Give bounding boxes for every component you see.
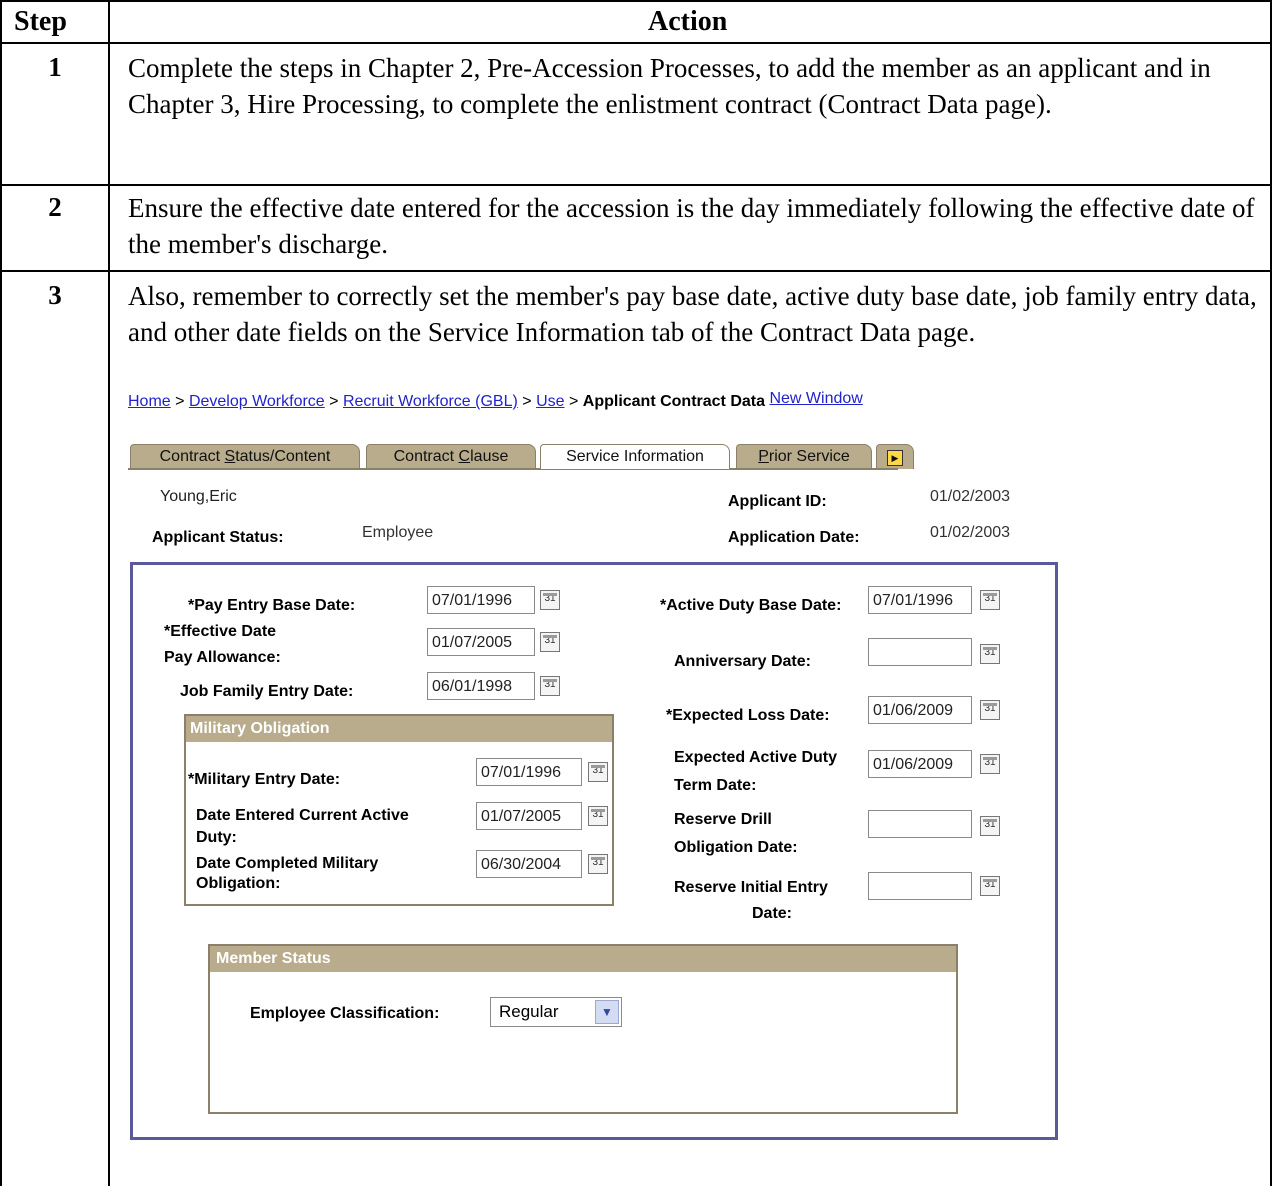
step-action-text: Complete the steps in Chapter 2, Pre-Acc…	[128, 53, 1211, 119]
reserve-initial-entry-date-field[interactable]	[868, 872, 972, 900]
date-entered-current-active-duty-field[interactable]: 01/07/2005	[476, 802, 582, 830]
employee-classification-value: Regular	[499, 1002, 559, 1021]
breadcrumb-current: Applicant Contract Data	[582, 393, 766, 410]
expected-active-duty-term-date-field[interactable]: 01/06/2009	[868, 750, 972, 778]
military-entry-date-label: *Military Entry Date:	[188, 771, 341, 788]
tab-label: rior Service	[768, 448, 850, 465]
calendar-icon[interactable]: 31	[980, 816, 1000, 836]
expected-active-duty-term-date-label: Expected Active Duty	[674, 749, 838, 766]
tab-label: tatus/Content	[235, 448, 331, 465]
military-obligation-header: Military Obligation	[186, 716, 612, 742]
header-action: Action	[648, 6, 728, 37]
date-entered-current-active-duty-label-2: Duty:	[196, 829, 237, 846]
military-entry-date-field[interactable]: 07/01/1996	[476, 758, 582, 786]
pay-entry-base-date-field[interactable]: 07/01/1996	[427, 586, 535, 614]
step-action-text: Also, remember to correctly set the memb…	[128, 281, 1257, 347]
member-status-header: Member Status	[210, 946, 956, 972]
step-number: 2	[48, 192, 62, 222]
applicant-id-label: Applicant ID:	[728, 493, 827, 510]
calendar-icon[interactable]: 31	[588, 854, 608, 874]
breadcrumb-recruit-workforce[interactable]: Recruit Workforce (GBL)	[343, 393, 518, 410]
next-tab-icon: ▶	[887, 450, 903, 466]
tab-accesskey: C	[458, 448, 471, 465]
step-number: 1	[48, 52, 62, 82]
effective-date-pay-allowance-field[interactable]: 01/07/2005	[427, 628, 535, 656]
reserve-initial-entry-date-label: Reserve Initial Entry	[674, 879, 828, 896]
table-rule	[0, 42, 1272, 44]
date-completed-military-obligation-label-2: Obligation:	[196, 875, 281, 892]
breadcrumb: Home > Develop Workforce > Recruit Workf…	[128, 390, 863, 411]
anniversary-date-label: Anniversary Date:	[674, 653, 811, 670]
reserve-drill-obligation-date-label-2: Obligation Date:	[674, 839, 798, 856]
calendar-icon[interactable]: 31	[540, 632, 560, 652]
breadcrumb-use[interactable]: Use	[536, 393, 564, 410]
tab-accesskey: S	[224, 448, 236, 465]
employee-classification-label: Employee Classification:	[250, 1005, 440, 1022]
date-completed-military-obligation-label: Date Completed Military	[196, 855, 379, 872]
tab-contract-clause[interactable]: Contract Clause	[366, 444, 536, 469]
table-border-top	[0, 0, 1272, 2]
table-column-divider	[108, 0, 110, 1186]
employee-classification-select[interactable]: Regular ▼	[490, 997, 622, 1027]
tab-service-information[interactable]: Service Information	[540, 444, 730, 469]
expected-active-duty-term-date-label-2: Term Date:	[674, 777, 757, 794]
table-border-left	[0, 0, 2, 1186]
tab-prior-service[interactable]: Prior Service	[736, 444, 872, 469]
calendar-icon[interactable]: 31	[540, 676, 560, 696]
calendar-icon[interactable]: 31	[540, 590, 560, 610]
date-entered-current-active-duty-label: Date Entered Current Active	[196, 807, 409, 824]
reserve-drill-obligation-date-field[interactable]	[868, 810, 972, 838]
pay-entry-base-date-label: *Pay Entry Base Date:	[188, 597, 356, 614]
breadcrumb-separator: >	[175, 393, 185, 410]
next-tab-button[interactable]: ▶	[876, 444, 914, 469]
new-window-link[interactable]: New Window	[769, 390, 862, 407]
calendar-icon[interactable]: 31	[980, 700, 1000, 720]
calendar-icon[interactable]: 31	[980, 876, 1000, 896]
reserve-initial-entry-date-label-2: Date:	[752, 905, 793, 922]
step-action-text: Ensure the effective date entered for th…	[128, 193, 1255, 259]
calendar-icon[interactable]: 31	[980, 644, 1000, 664]
job-family-entry-date-label: Job Family Entry Date:	[180, 683, 354, 700]
active-duty-base-date-label: *Active Duty Base Date:	[660, 597, 842, 614]
reserve-drill-obligation-date-label: Reserve Drill	[674, 811, 772, 828]
job-family-entry-date-field[interactable]: 06/01/1998	[427, 672, 535, 700]
applicant-status-value: Employee	[362, 524, 434, 541]
applicant-name: Young,Eric	[160, 488, 237, 505]
calendar-icon[interactable]: 31	[980, 590, 1000, 610]
tab-accesskey: P	[758, 448, 769, 465]
expected-loss-date-field[interactable]: 01/06/2009	[868, 696, 972, 724]
chevron-down-icon[interactable]: ▼	[595, 1000, 619, 1024]
calendar-icon[interactable]: 31	[588, 762, 608, 782]
breadcrumb-separator: >	[568, 393, 579, 410]
table-rule	[0, 184, 1272, 186]
calendar-icon[interactable]: 31	[588, 806, 608, 826]
effective-date-label-2: Pay Allowance:	[164, 649, 281, 666]
breadcrumb-separator: >	[329, 393, 339, 410]
applicant-status-label: Applicant Status:	[152, 529, 284, 546]
tab-contract-status-content[interactable]: Contract Status/Content	[130, 444, 360, 469]
breadcrumb-separator: >	[522, 393, 532, 410]
table-rule	[0, 270, 1272, 272]
step-number: 3	[48, 280, 62, 310]
applicant-id-value: 01/02/2003	[930, 488, 1011, 505]
breadcrumb-develop-workforce[interactable]: Develop Workforce	[189, 393, 325, 410]
effective-date-label: *Effective Date	[164, 623, 277, 640]
calendar-icon[interactable]: 31	[980, 754, 1000, 774]
anniversary-date-field[interactable]	[868, 638, 972, 666]
tab-baseline	[128, 468, 898, 470]
tab-label: Contract	[393, 448, 459, 465]
member-status-group: Member Status	[208, 944, 958, 1114]
tab-label: lause	[470, 448, 509, 465]
application-date-value: 01/02/2003	[930, 524, 1011, 541]
header-step: Step	[14, 6, 67, 37]
tab-label: Contract	[159, 448, 225, 465]
active-duty-base-date-field[interactable]: 07/01/1996	[868, 586, 972, 614]
date-completed-military-obligation-field[interactable]: 06/30/2004	[476, 850, 582, 878]
expected-loss-date-label: *Expected Loss Date:	[666, 707, 830, 724]
breadcrumb-home[interactable]: Home	[128, 393, 171, 410]
tab-label: Service Information	[566, 448, 704, 465]
application-date-label: Application Date:	[728, 529, 860, 546]
